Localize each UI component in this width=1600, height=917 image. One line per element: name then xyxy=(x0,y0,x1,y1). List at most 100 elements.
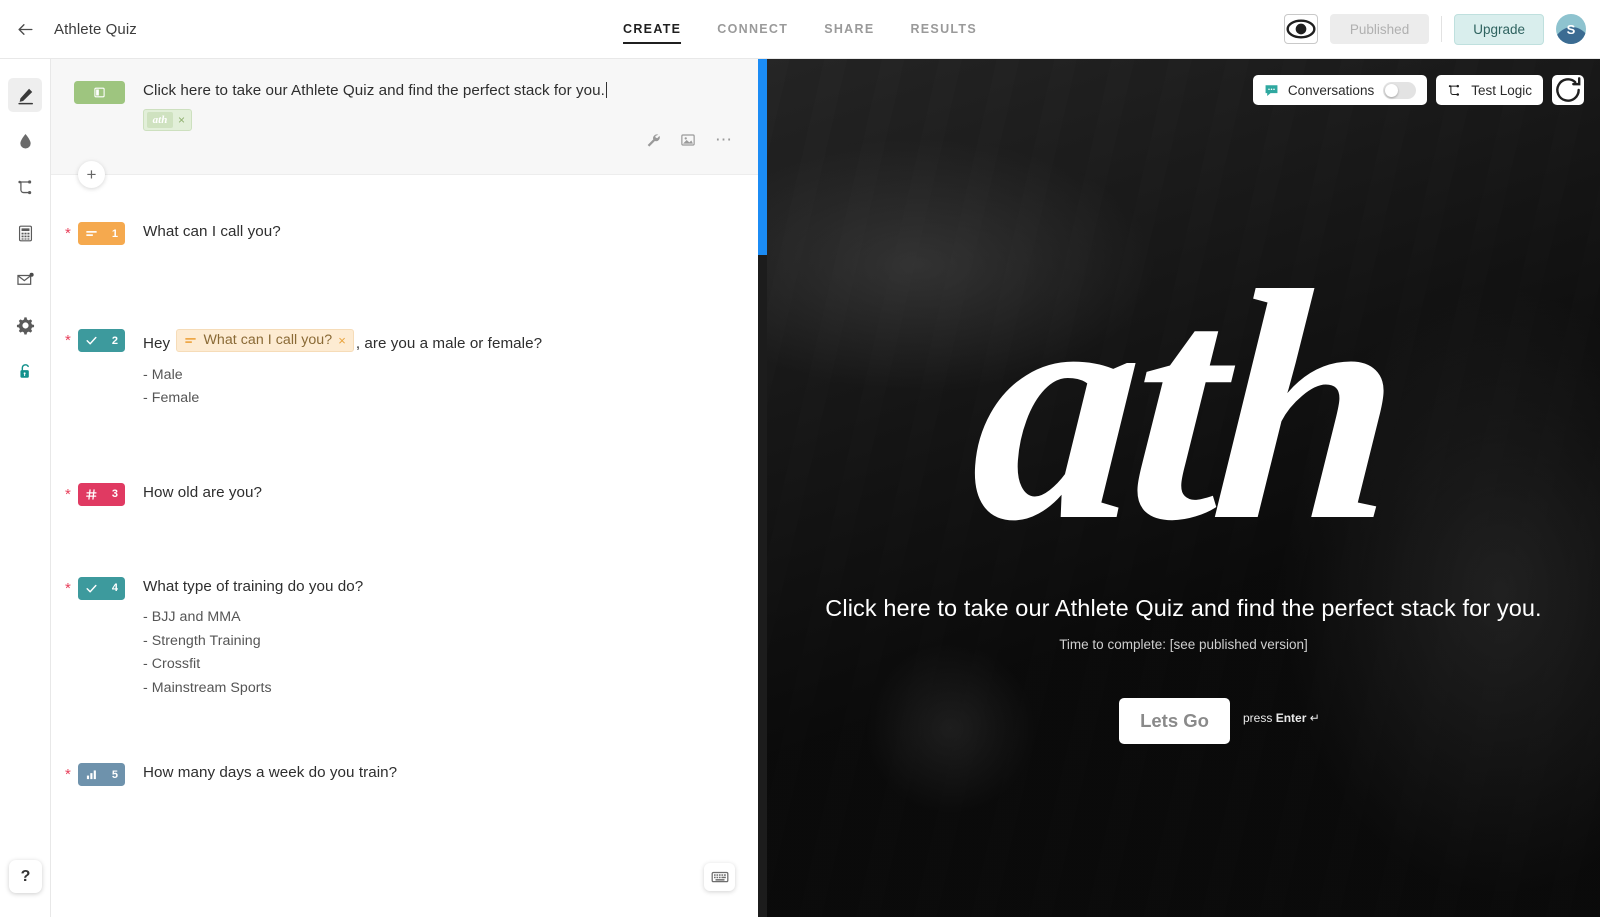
question-block-1[interactable]: * 1 What can I call you? xyxy=(51,222,758,245)
welcome-screen-block[interactable]: Click here to take our Athlete Quiz and … xyxy=(51,59,758,188)
sidebar-item-design[interactable] xyxy=(8,124,42,158)
question-text-2[interactable]: Hey What can I call you? × , are you a mal… xyxy=(143,329,542,355)
app-root: Athlete Quiz CREATE CONNECT SHARE RESULT… xyxy=(0,0,1600,917)
test-logic-label: Test Logic xyxy=(1471,82,1532,98)
question-text-4[interactable]: What type of training do you do? xyxy=(143,577,363,598)
question-type-badge-3[interactable]: 3 xyxy=(78,482,125,506)
question-number: 2 xyxy=(111,334,118,347)
preview-button[interactable] xyxy=(1283,14,1318,44)
choice-list-4: - BJJ and MMA - Strength Training - Cros… xyxy=(143,606,363,700)
main-nav-tabs: CREATE CONNECT SHARE RESULTS xyxy=(623,0,977,59)
required-marker: * xyxy=(65,766,71,784)
editor-scrollbar-track[interactable] xyxy=(758,59,767,917)
add-image-button[interactable] xyxy=(680,132,696,148)
welcome-content: Click here to take our Athlete Quiz and … xyxy=(125,81,607,131)
question-type-badge-5[interactable]: 5 xyxy=(78,763,125,787)
conversations-switch[interactable] xyxy=(1383,81,1417,99)
sidebar-item-calculator[interactable] xyxy=(8,216,42,250)
remove-image-icon[interactable]: × xyxy=(178,114,185,126)
arrow-left-icon xyxy=(17,23,33,35)
keyboard-icon xyxy=(711,871,728,883)
preview-toolbar: Conversations Test Logic xyxy=(1252,75,1584,105)
test-logic-button[interactable]: Test Logic xyxy=(1436,75,1543,105)
question-number: 3 xyxy=(111,488,118,501)
text-caret xyxy=(605,82,607,98)
tab-connect[interactable]: CONNECT xyxy=(717,3,788,55)
required-marker: * xyxy=(65,332,71,349)
choice-item[interactable]: - Male xyxy=(143,364,542,388)
image-icon xyxy=(681,134,695,146)
welcome-type-badge[interactable] xyxy=(74,81,125,104)
question-text-suffix: , are you a male or female? xyxy=(355,335,543,353)
back-button[interactable] xyxy=(8,12,42,46)
choice-item[interactable]: - Female xyxy=(143,387,542,411)
add-block-button[interactable]: + xyxy=(78,161,105,188)
editor-scrollbar-thumb[interactable] xyxy=(758,59,767,255)
droplet-icon xyxy=(19,133,31,149)
question-block-3[interactable]: * 3 How old are you? xyxy=(51,482,758,506)
question-type-badge-2[interactable]: 2 xyxy=(78,329,125,352)
press-enter-prefix: press xyxy=(1243,711,1276,725)
question-text-5[interactable]: How many days a week do you train? xyxy=(143,763,397,784)
choice-item[interactable]: - Mainstream Sports xyxy=(143,677,363,701)
welcome-screen-icon xyxy=(94,87,105,98)
question-number: 4 xyxy=(111,582,118,595)
question-type-badge-1[interactable]: 1 xyxy=(78,222,125,245)
sidebar-item-logic[interactable] xyxy=(8,170,42,204)
sidebar-item-privacy[interactable] xyxy=(8,354,42,388)
welcome-text-wrap[interactable]: Click here to take our Athlete Quiz and … xyxy=(143,81,607,102)
choice-item[interactable]: - Crossfit xyxy=(143,653,363,677)
tab-results[interactable]: RESULTS xyxy=(910,3,977,55)
required-marker: * xyxy=(65,485,71,503)
tab-share[interactable]: SHARE xyxy=(824,3,874,55)
sidebar-item-create[interactable] xyxy=(8,78,42,112)
multiple-choice-icon xyxy=(86,584,97,593)
form-preview-pane: ath Click here to take our Athlete Quiz … xyxy=(767,59,1600,917)
short-text-icon xyxy=(86,231,97,236)
top-bar-actions: Published Upgrade S xyxy=(1283,13,1586,45)
lock-icon xyxy=(19,363,29,378)
question-text-prefix: Hey xyxy=(143,335,175,353)
question-number: 5 xyxy=(111,768,118,781)
recall-chip-remove-icon[interactable]: × xyxy=(338,332,346,350)
question-text-3[interactable]: How old are you? xyxy=(143,483,262,504)
welcome-image-chip[interactable]: ath × xyxy=(143,108,193,131)
question-type-badge-4[interactable]: 4 xyxy=(78,576,125,600)
welcome-row: Click here to take our Athlete Quiz and … xyxy=(51,81,758,131)
avatar[interactable]: S xyxy=(1556,14,1586,44)
conversations-toggle[interactable]: Conversations xyxy=(1252,75,1428,105)
brand-logo: ath xyxy=(962,224,1405,589)
logic-branch-icon xyxy=(17,179,31,194)
upgrade-button[interactable]: Upgrade xyxy=(1454,13,1544,45)
lets-go-button[interactable]: Lets Go xyxy=(1119,698,1230,744)
choice-item[interactable]: - BJJ and MMA xyxy=(143,606,363,630)
page-title: Athlete Quiz xyxy=(54,20,137,38)
question-block-2[interactable]: * 2 Hey What can I call you? × , are you a… xyxy=(51,329,758,411)
question-text-1[interactable]: What can I call you? xyxy=(143,222,281,243)
tab-create[interactable]: CREATE xyxy=(623,3,682,55)
more-options-button[interactable]: ⋯ xyxy=(715,131,733,148)
conversations-label: Conversations xyxy=(1287,82,1375,98)
recall-chip[interactable]: What can I call you? × xyxy=(176,329,354,353)
preview-headline: Click here to take our Athlete Quiz and … xyxy=(825,595,1542,621)
sidebar-item-settings[interactable] xyxy=(8,308,42,342)
keyboard-shortcuts-button[interactable] xyxy=(704,863,735,891)
block-action-icons: ⋯ xyxy=(645,131,733,148)
question-block-4[interactable]: * 4 What type of training do you do? - B… xyxy=(51,576,758,701)
help-button[interactable]: ? xyxy=(9,860,42,893)
sidebar-item-notifications[interactable] xyxy=(8,262,42,296)
refresh-preview-button[interactable] xyxy=(1552,75,1584,105)
gear-icon xyxy=(16,316,34,335)
choice-item[interactable]: - Strength Training xyxy=(143,630,363,654)
press-enter-hint: press Enter ↵ xyxy=(1243,711,1320,725)
short-text-icon xyxy=(185,338,197,344)
preview-subtext: Time to complete: [see published version… xyxy=(1059,637,1308,652)
wrench-icon xyxy=(647,134,660,147)
block-settings-button[interactable] xyxy=(645,132,661,148)
question-block-5[interactable]: * 5 How many days a week do you train? xyxy=(51,763,758,787)
welcome-text: Click here to take our Athlete Quiz and … xyxy=(143,82,605,99)
calculator-icon xyxy=(18,225,32,241)
eye-icon xyxy=(1286,19,1316,39)
refresh-icon xyxy=(1556,77,1581,102)
logic-branch-icon xyxy=(1449,84,1460,96)
